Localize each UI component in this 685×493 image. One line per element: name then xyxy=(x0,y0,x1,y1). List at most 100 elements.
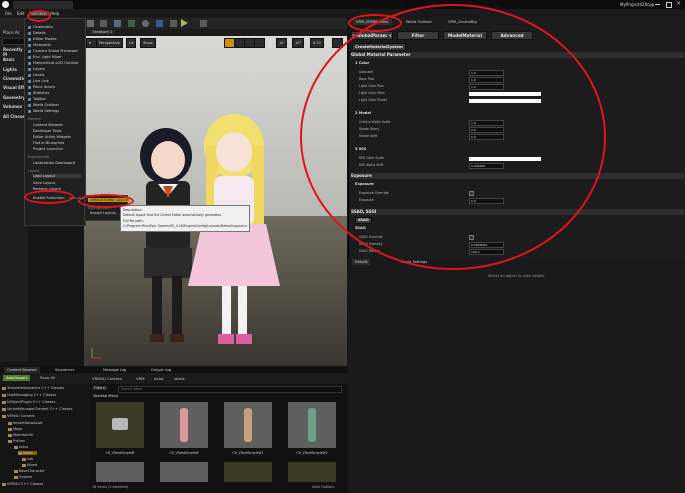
category-geometry[interactable]: Geometry xyxy=(3,95,25,100)
perspective-button[interactable]: Perspective xyxy=(96,38,123,48)
folder-icon xyxy=(2,482,6,486)
filters-button[interactable]: Filters xyxy=(92,386,107,390)
menu-item-toolbar[interactable]: Toolbar xyxy=(33,97,46,101)
add-import-button[interactable]: Add/Import xyxy=(3,375,31,381)
angle-snap-value[interactable]: 10° xyxy=(292,38,305,48)
menu-item-cinematics[interactable]: Cinematics xyxy=(33,25,53,29)
settings-icon[interactable] xyxy=(142,20,149,27)
tree-item[interactable]: Actor xyxy=(14,445,28,449)
tab-details[interactable]: Details xyxy=(352,259,371,265)
tree-item[interactable]: VariantManagerContent C++ Classes xyxy=(2,407,72,411)
menu-edit[interactable]: Edit xyxy=(17,11,25,16)
asset-tile[interactable] xyxy=(224,462,272,482)
menu-item-developer-tools[interactable]: Developer Tools xyxy=(33,129,61,133)
import-layout-item[interactable]: Import Layout... xyxy=(90,211,119,215)
menu-item-live-link[interactable]: Live Link xyxy=(33,79,49,83)
menu-item-light-mixer[interactable]: Env. Light Mixer xyxy=(33,55,62,59)
asset-label: CR_VRoidSimpleW xyxy=(169,451,199,455)
viewport-tab[interactable]: Viewport 1 xyxy=(90,30,116,34)
menu-item-find-blueprints[interactable]: Find in Blueprints xyxy=(33,141,64,145)
asset-tile[interactable] xyxy=(288,462,336,482)
folder-icon xyxy=(2,386,6,390)
menu-item-load-layout[interactable]: Load Layout xyxy=(33,174,81,178)
menu-item-localization[interactable]: Localization Dashboard xyxy=(33,161,75,165)
menu-item-project-launcher[interactable]: Project Launcher xyxy=(33,147,63,151)
tree-item[interactable]: System xyxy=(14,475,32,479)
tree-item[interactable]: Python xyxy=(8,439,25,443)
menu-item-levels[interactable]: Levels xyxy=(33,73,44,77)
category-basic[interactable]: Basic xyxy=(3,57,15,62)
menu-item-editor-utility[interactable]: Editor Utility Widgets xyxy=(33,135,71,139)
play-icon[interactable] xyxy=(181,19,188,27)
close-icon[interactable]: × xyxy=(676,0,681,7)
scale-snap-value[interactable]: 0.25 xyxy=(310,38,325,48)
folder-icon xyxy=(2,407,6,411)
category-lights[interactable]: Lights xyxy=(3,67,17,72)
menu-item-editor-modes[interactable]: Editor Modes xyxy=(33,37,56,41)
asset-grid: Filters Search latest Skeletal Mesh CR_V… xyxy=(90,384,348,493)
save-icon[interactable] xyxy=(87,20,94,27)
tree-label: UObjectPlugin C++ Classes xyxy=(7,400,56,404)
menu-item-world-outliner[interactable]: World Outliner xyxy=(33,103,59,107)
tree-item[interactable]: UObjectPlugin C++ Classes xyxy=(2,400,55,404)
asset-tile[interactable] xyxy=(160,462,208,482)
tree-item[interactable]: sub xyxy=(22,457,33,461)
tree-item[interactable]: MaterialUtil xyxy=(8,433,33,437)
asset-label: CR_VRoidSimpleW2 xyxy=(296,451,328,455)
path-crumb-3[interactable]: latest xyxy=(174,376,185,381)
menu-item-world-settings[interactable]: World Settings xyxy=(33,109,59,113)
menu-item-details[interactable]: Details xyxy=(33,31,45,35)
asset-tile[interactable] xyxy=(160,402,208,448)
category-cinematic[interactable]: Cinematic xyxy=(3,76,25,81)
blueprints-icon[interactable] xyxy=(156,20,163,27)
menu-item-viewports[interactable]: Viewports xyxy=(33,43,51,47)
lit-button[interactable]: Lit xyxy=(126,38,137,48)
marketplace-icon[interactable] xyxy=(128,20,135,27)
folder-icon xyxy=(14,445,18,449)
tree-item[interactable]: Maps xyxy=(8,427,22,431)
tree-item[interactable]: BaseCharacter xyxy=(14,469,45,473)
asset-tile[interactable] xyxy=(224,402,272,448)
launch-icon[interactable] xyxy=(200,20,207,27)
path-crumb-1[interactable]: VRM xyxy=(136,376,145,381)
source-control-icon[interactable] xyxy=(100,20,107,27)
menu-item-statistics[interactable]: Statistics xyxy=(33,91,49,95)
tree-item[interactable]: UdpMessaging C++ Classes xyxy=(2,393,56,397)
tree-item[interactable]: Mixed xyxy=(22,463,37,467)
grid-snap-value[interactable]: 10 xyxy=(276,38,287,48)
cinematics-icon[interactable] xyxy=(170,20,177,27)
tree-item[interactable]: VRM4U C++ Classes xyxy=(2,482,43,486)
level-tab[interactable] xyxy=(13,1,73,9)
view-options-button[interactable]: View Options xyxy=(312,485,334,489)
menu-file[interactable]: File xyxy=(5,11,12,16)
asset-label: CR_VRoidSimpleM xyxy=(105,451,135,455)
menu-item-content-browser[interactable]: Content Browser xyxy=(33,123,63,127)
scale-icon[interactable] xyxy=(254,38,265,48)
minimize-icon[interactable] xyxy=(655,4,660,5)
tree-label: VRM4U C++ Classes xyxy=(7,482,44,486)
menu-item-save-layout[interactable]: Save Layout xyxy=(33,181,55,185)
menu-item-camera-shake[interactable]: Camera Shake Previewer xyxy=(33,49,78,53)
asset-tile[interactable] xyxy=(288,402,336,448)
show-button[interactable]: Show xyxy=(140,38,156,48)
menu-help[interactable]: Help xyxy=(50,11,59,16)
menu-item-place-actors[interactable]: Place Actors xyxy=(33,85,55,89)
category-volumes[interactable]: Volumes xyxy=(3,104,22,109)
tooltip-line-1: Description: xyxy=(123,208,143,212)
save-all-button[interactable]: Save All xyxy=(40,375,55,381)
asset-search-input[interactable]: Search latest xyxy=(118,386,342,393)
tree-item[interactable]: latest xyxy=(18,451,37,455)
live-link-icon xyxy=(28,80,31,83)
tree-item[interactable]: TemplateSequence C++ Classes xyxy=(2,386,64,390)
content-icon[interactable] xyxy=(114,20,121,27)
maximize-icon[interactable] xyxy=(666,2,672,8)
menu-item-layers[interactable]: Layers xyxy=(33,67,45,71)
asset-tile[interactable] xyxy=(96,462,144,482)
tree-item[interactable]: ImportDataAsset xyxy=(8,421,43,425)
path-crumb-0[interactable]: VRM4U Content xyxy=(92,376,122,381)
tree-item[interactable]: VRM4U Content xyxy=(2,414,35,418)
menu-item-hlod-outliner[interactable]: Hierarchical LOD Outliner xyxy=(33,61,79,65)
place-actors-tab[interactable]: Place Ac xyxy=(3,30,20,35)
asset-tile[interactable] xyxy=(96,402,144,448)
path-crumb-2[interactable]: Actor xyxy=(154,376,164,381)
